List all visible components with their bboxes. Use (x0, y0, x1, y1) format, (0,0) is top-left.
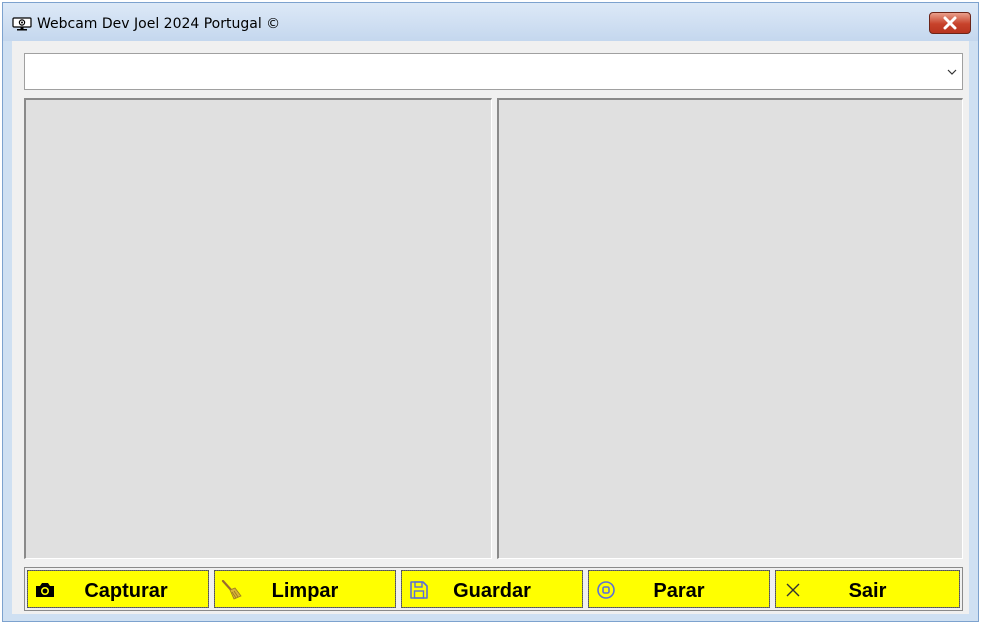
stop-button[interactable]: Parar (588, 570, 770, 608)
action-button-bar: Capturar Limpar Guardar Parar Sair (24, 567, 963, 611)
capture-button[interactable]: Capturar (27, 570, 209, 608)
captured-image-panel (497, 98, 963, 559)
window-close-button[interactable] (929, 12, 971, 34)
stop-button-label: Parar (653, 580, 705, 602)
webcam-icon (12, 17, 32, 31)
title-bar[interactable]: Webcam Dev Joel 2024 Portugal © (3, 3, 978, 41)
exit-button-label: Sair (848, 580, 887, 602)
live-preview-panel (24, 98, 492, 559)
app-window: Webcam Dev Joel 2024 Portugal © Capturar… (2, 2, 979, 622)
device-select[interactable] (24, 53, 963, 90)
window-title: Webcam Dev Joel 2024 Portugal © (37, 16, 281, 32)
clear-button[interactable]: Limpar (214, 570, 396, 608)
capture-button-label: Capturar (84, 580, 168, 602)
close-icon (943, 16, 957, 30)
clear-button-label: Limpar (271, 580, 339, 602)
save-button[interactable]: Guardar (401, 570, 583, 608)
client-area: Capturar Limpar Guardar Parar Sair (12, 41, 969, 614)
chevron-down-icon[interactable] (946, 66, 958, 78)
exit-button[interactable]: Sair (775, 570, 960, 608)
save-button-label: Guardar (453, 580, 531, 602)
